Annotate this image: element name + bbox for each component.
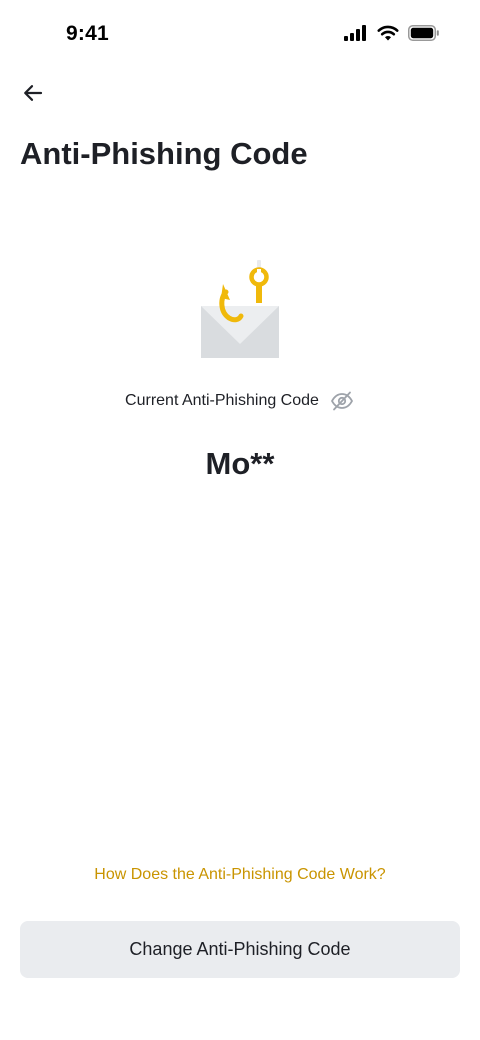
visibility-toggle-button[interactable] [329, 388, 355, 414]
status-bar: 9:41 [0, 0, 480, 70]
current-code-row: Current Anti-Phishing Code [0, 388, 480, 414]
change-anti-phishing-code-button[interactable]: Change Anti-Phishing Code [20, 921, 460, 978]
eye-off-icon [330, 391, 354, 411]
anti-phishing-code-value: Mo** [205, 446, 275, 481]
page-title: Anti-Phishing Code [20, 136, 308, 171]
arrow-left-icon [22, 82, 44, 104]
how-it-works-link[interactable]: How Does the Anti-Phishing Code Work? [0, 866, 480, 884]
wifi-icon [377, 25, 399, 41]
back-button[interactable] [16, 76, 50, 110]
current-code-label: Current Anti-Phishing Code [125, 392, 319, 409]
status-time: 9:41 [66, 22, 109, 45]
envelope-with-fishing-hook-icon [196, 256, 286, 362]
battery-icon [408, 25, 440, 41]
signal-icon [344, 25, 368, 41]
status-icons [344, 25, 440, 41]
